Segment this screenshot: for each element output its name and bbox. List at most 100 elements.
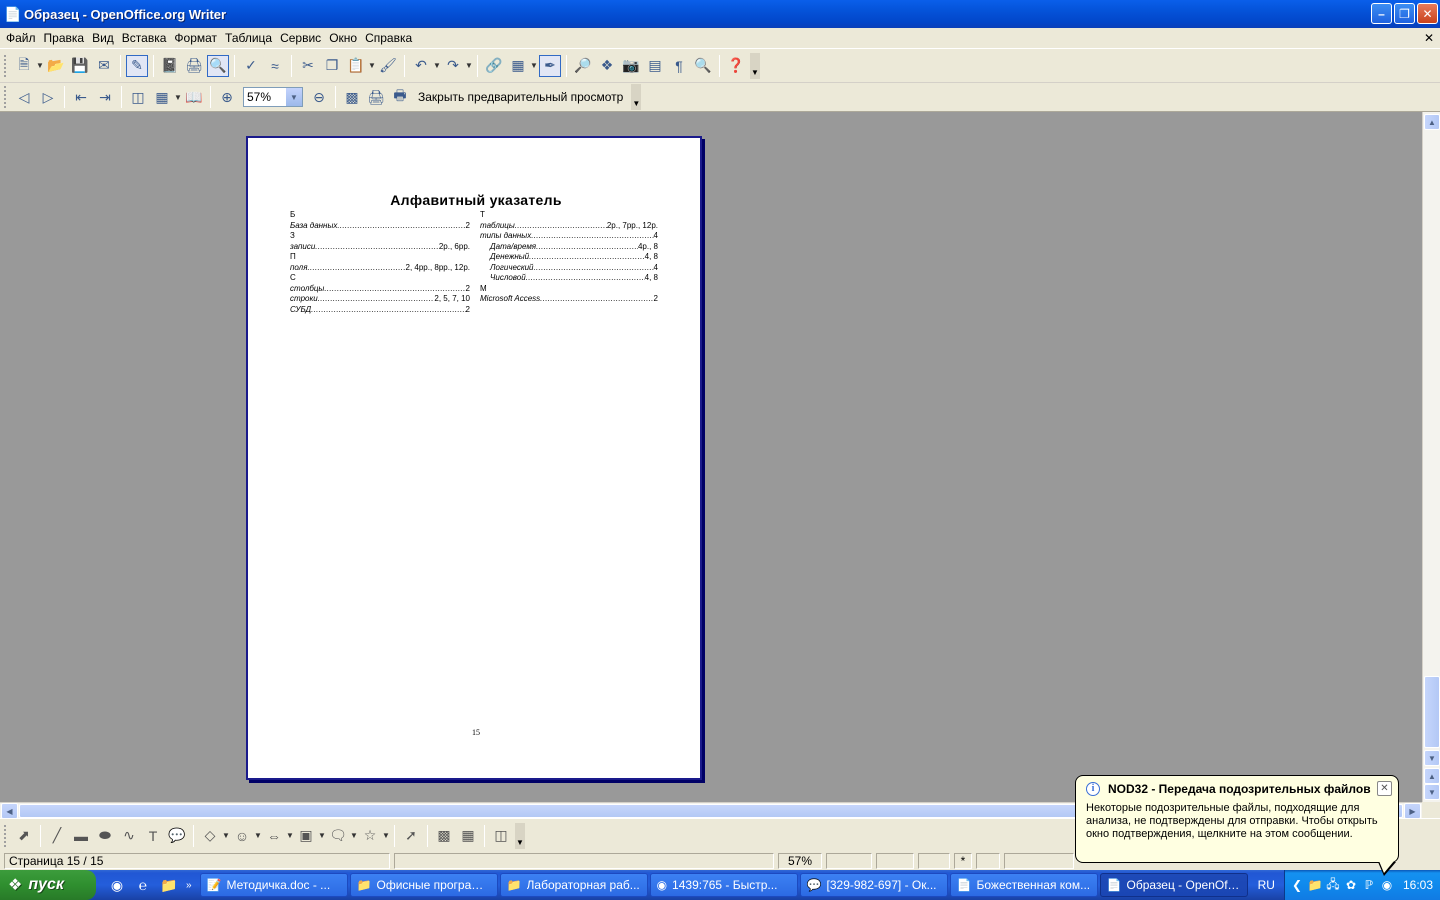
vertical-scroll-thumb[interactable] <box>1424 676 1440 748</box>
close-preview-button[interactable]: Закрыть предварительный просмотр <box>412 90 629 104</box>
vertical-scrollbar[interactable]: ▲ ▼ ▲ ▼ <box>1422 112 1440 802</box>
menu-edit[interactable]: Правка <box>40 31 89 45</box>
autospellcheck-icon[interactable]: ≈ <box>264 55 286 77</box>
paste-dropdown-arrow[interactable]: ▼ <box>368 61 376 70</box>
previous-page-icon[interactable]: ◁ <box>13 86 35 108</box>
explorer-folder-icon[interactable]: 📁 <box>159 874 179 896</box>
ellipse-icon[interactable]: ⬬ <box>94 825 116 847</box>
line-icon[interactable]: ╱ <box>46 825 68 847</box>
callout-icon[interactable]: 💬 <box>166 825 188 847</box>
menu-window[interactable]: Окно <box>325 31 361 45</box>
menu-format[interactable]: Формат <box>170 31 221 45</box>
taskbar-button[interactable]: 📁 Лабораторная раб... <box>499 873 648 897</box>
to-document-end-icon[interactable]: ⇥ <box>94 86 116 108</box>
previous-page-scroll-icon[interactable]: ▲ <box>1424 768 1440 784</box>
block-arrows-icon[interactable]: ⇔ <box>263 825 285 847</box>
stars-dropdown-arrow[interactable]: ▼ <box>382 831 390 840</box>
points-icon[interactable]: ➚ <box>400 825 422 847</box>
freeform-line-icon[interactable]: ∿ <box>118 825 140 847</box>
table-dropdown-arrow[interactable]: ▼ <box>530 61 538 70</box>
find-replace-icon[interactable]: 🔎 <box>572 55 594 77</box>
open-folder-icon[interactable]: 📂 <box>45 55 67 77</box>
bluetooth-icon[interactable]: ℙ <box>1361 878 1377 892</box>
document-modified-status[interactable]: * <box>954 853 972 869</box>
close-window-button[interactable]: ✕ <box>1417 3 1438 24</box>
balloon-close-button[interactable]: ✕ <box>1377 781 1392 796</box>
flowchart-icon[interactable]: ▣ <box>295 825 317 847</box>
page-style-status[interactable] <box>394 853 774 869</box>
redo-dropdown-arrow[interactable]: ▼ <box>465 61 473 70</box>
restore-button[interactable]: ❐ <box>1394 3 1415 24</box>
scroll-up-icon[interactable]: ▲ <box>1424 114 1440 130</box>
edit-mode-icon[interactable]: ✎ <box>126 54 148 77</box>
basic-shapes-dropdown-arrow[interactable]: ▼ <box>222 831 230 840</box>
show-draw-functions-icon[interactable]: ✒ <box>539 54 561 77</box>
next-page-icon[interactable]: ▷ <box>37 86 59 108</box>
print-preview-icon[interactable]: 🖶 <box>389 86 411 108</box>
scroll-right-icon[interactable]: ▶ <box>1404 803 1421 819</box>
quick-launch-more-icon[interactable]: » <box>186 880 192 891</box>
symbol-shapes-icon[interactable]: ☺ <box>231 825 253 847</box>
new-document-icon[interactable]: 🗎 <box>13 55 35 77</box>
taskbar-button[interactable]: ◉ 1439:765 - Быстр... <box>649 873 798 897</box>
export-pdf-icon[interactable]: 📓 <box>159 55 181 77</box>
callouts-dropdown-arrow[interactable]: ▼ <box>350 831 358 840</box>
nod32-icon[interactable]: ◉ <box>1379 878 1395 892</box>
page-status[interactable]: Страница 15 / 15 <box>4 853 390 869</box>
select-pointer-icon[interactable]: ⬈ <box>13 825 35 847</box>
paste-icon[interactable]: 📋 <box>345 55 367 77</box>
stars-icon[interactable]: ☆ <box>359 825 381 847</box>
cut-icon[interactable]: ✂ <box>297 55 319 77</box>
spellcheck-icon[interactable]: ✓ <box>240 55 262 77</box>
next-page-scroll-icon[interactable]: ▼ <box>1424 784 1440 800</box>
title-bar[interactable]: 📄 Образец - OpenOffice.org Writer – ❐ ✕ <box>0 0 1440 28</box>
format-paintbrush-icon[interactable]: 🖌 <box>377 55 399 77</box>
print-icon[interactable]: 🖨 <box>183 55 205 77</box>
formatting-marks-icon[interactable]: ¶ <box>668 55 690 77</box>
book-preview-icon[interactable]: 📖 <box>183 86 205 108</box>
multiple-pages-dropdown-arrow[interactable]: ▼ <box>174 93 182 102</box>
internet-explorer-icon[interactable]: ℮ <box>133 874 153 896</box>
redo-icon[interactable]: ↷ <box>442 55 464 77</box>
nod32-notification-balloon[interactable]: i NOD32 - Передача подозрительных файлов… <box>1075 775 1399 863</box>
email-icon[interactable]: ✉ <box>93 55 115 77</box>
signature-status[interactable] <box>976 853 1000 869</box>
toolbar-options-arrow[interactable]: ▼ <box>631 84 642 110</box>
undo-dropdown-arrow[interactable]: ▼ <box>433 61 441 70</box>
menu-insert[interactable]: Вставка <box>118 31 171 45</box>
flowchart-dropdown-arrow[interactable]: ▼ <box>318 831 326 840</box>
basic-shapes-icon[interactable]: ◇ <box>199 825 221 847</box>
tray-app-icon[interactable]: ✿ <box>1343 878 1359 892</box>
data-sources-icon[interactable]: ▤ <box>644 55 666 77</box>
rectangle-icon[interactable]: ▬ <box>70 825 92 847</box>
hyperlink-mode-status[interactable] <box>918 853 950 869</box>
close-document-icon[interactable]: ✕ <box>1422 31 1436 45</box>
taskbar-button[interactable]: 📄 Божественная ком... <box>949 873 1098 897</box>
new-dropdown-arrow[interactable]: ▼ <box>36 61 44 70</box>
two-pages-icon[interactable]: ◫ <box>127 86 149 108</box>
menu-view[interactable]: Вид <box>88 31 118 45</box>
object-info-status[interactable] <box>1004 853 1074 869</box>
extrusion-icon[interactable]: ◫ <box>490 825 512 847</box>
toolbar-grip[interactable] <box>4 86 8 108</box>
clock[interactable]: 16:03 <box>1403 878 1433 892</box>
minimize-button[interactable]: – <box>1371 3 1392 24</box>
toolbar-options-arrow[interactable]: ▼ <box>750 52 760 79</box>
zoom-combobox[interactable]: 57% ▼ <box>243 87 303 107</box>
block-arrows-dropdown-arrow[interactable]: ▼ <box>286 831 294 840</box>
zoom-in-icon[interactable]: ⊕ <box>216 86 238 108</box>
document-page[interactable]: Алфавитный указатель ББаза данных 2 Ззапис… <box>246 136 702 780</box>
language-indicator[interactable]: RU <box>1258 878 1275 892</box>
multiple-pages-icon[interactable]: ▦ <box>151 86 173 108</box>
menu-help[interactable]: Справка <box>361 31 416 45</box>
from-file-icon[interactable]: ▦ <box>457 825 479 847</box>
tray-folder-icon[interactable]: 📁 <box>1307 878 1323 892</box>
full-screen-icon[interactable]: ▩ <box>341 86 363 108</box>
to-document-begin-icon[interactable]: ⇤ <box>70 86 92 108</box>
balloon-message[interactable]: Некоторые подозрительные файлы, подходящ… <box>1086 802 1388 841</box>
toolbar-grip[interactable] <box>4 824 8 847</box>
menu-tools[interactable]: Сервис <box>276 31 325 45</box>
taskbar-button[interactable]: 📄 Образец - OpenOff... <box>1099 873 1248 897</box>
copy-icon[interactable]: ❐ <box>321 55 343 77</box>
fontwork-gallery-icon[interactable]: ▩ <box>433 825 455 847</box>
